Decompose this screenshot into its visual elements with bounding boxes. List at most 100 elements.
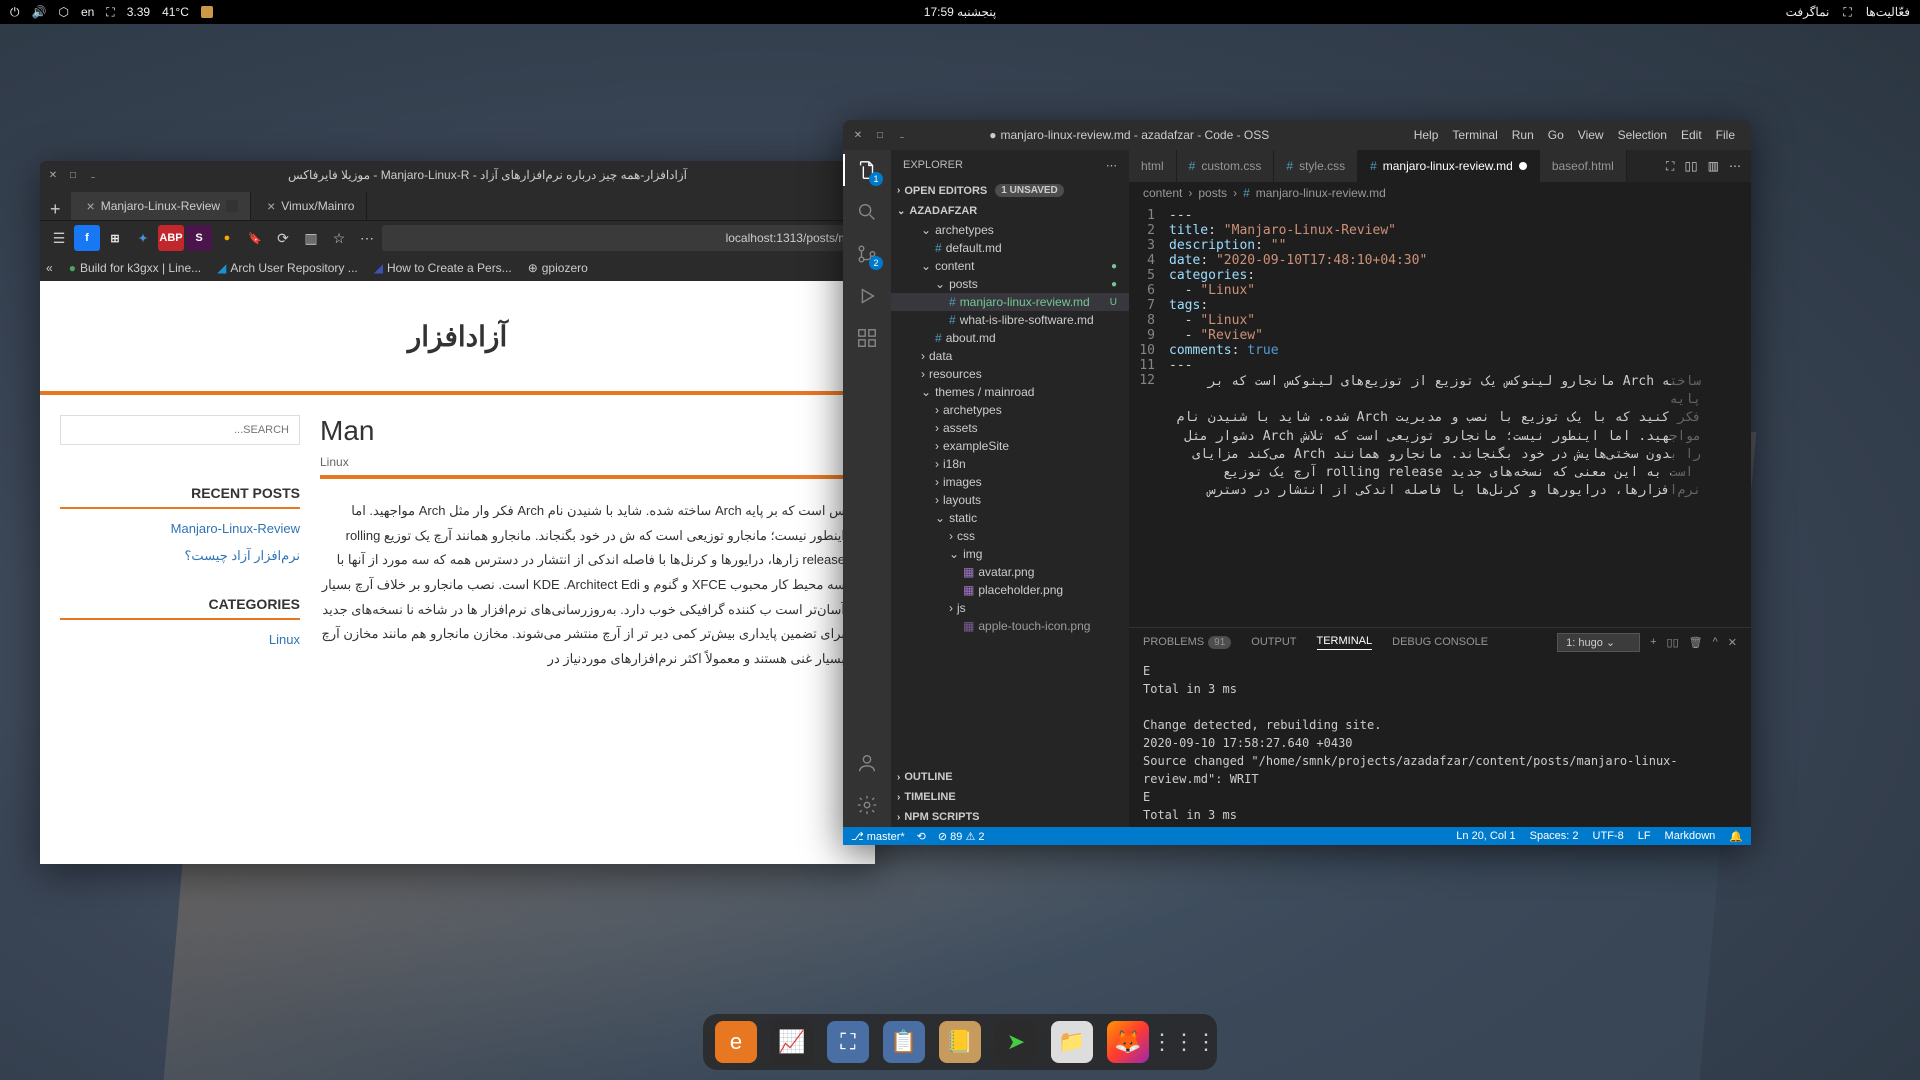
output-tab[interactable]: OUTPUT <box>1251 636 1296 648</box>
eol-status[interactable]: LF <box>1638 830 1651 843</box>
tree-folder[interactable]: ⌄themes / mainroad <box>891 383 1129 401</box>
close-tab-icon[interactable]: × <box>267 198 275 214</box>
maximize-panel-icon[interactable]: ^ <box>1713 636 1718 648</box>
new-tab-button[interactable]: + <box>40 199 71 220</box>
editor[interactable]: 1--- 2title: "Manjaro-Linux-Review" 3des… <box>1129 204 1751 627</box>
activities-label[interactable]: فعّالیت‌ها <box>1866 5 1910 19</box>
editor-tab[interactable]: html <box>1129 150 1177 182</box>
editor-tab-active[interactable]: #manjaro-linux-review.md <box>1358 150 1540 182</box>
ext-icon[interactable]: 🔖 <box>242 225 268 251</box>
menu-file[interactable]: File <box>1716 128 1735 142</box>
tree-folder[interactable]: ›resources <box>891 365 1129 383</box>
new-terminal-icon[interactable]: + <box>1650 636 1656 648</box>
workspace-icon[interactable]: ⛶ <box>106 5 114 20</box>
menu-go[interactable]: Go <box>1548 128 1564 142</box>
settings-icon[interactable] <box>855 793 879 817</box>
explorer-icon[interactable]: 1 <box>855 158 879 182</box>
dock-system-monitor[interactable]: 📈 <box>771 1021 813 1063</box>
breadcrumb[interactable]: content› posts› #manjaro-linux-review.md <box>1129 182 1751 204</box>
firefox-titlebar[interactable]: ✕ □ ﹣ آزادافزار-همه چیز درباره نرم‌افزار… <box>40 161 875 189</box>
debug-console-tab[interactable]: DEBUG CONSOLE <box>1392 636 1488 648</box>
tab-other[interactable]: × Vimux/Mainro <box>251 192 367 220</box>
tree-folder[interactable]: ›layouts <box>891 491 1129 509</box>
tree-folder[interactable]: ⌄content● <box>891 257 1129 275</box>
timeline-section[interactable]: ›TIMELINE <box>891 787 1129 807</box>
dock-apps-grid[interactable]: ⋮⋮⋮ <box>1163 1021 1205 1063</box>
tree-file[interactable]: ▦apple-touch-icon.png <box>891 617 1129 635</box>
search-icon[interactable] <box>855 200 879 224</box>
category-link[interactable]: Linux <box>60 626 300 653</box>
tray-icon[interactable] <box>201 6 213 18</box>
tree-folder[interactable]: ⌄static <box>891 509 1129 527</box>
ext-icon[interactable]: f <box>74 225 100 251</box>
keyboard-lang[interactable]: en <box>81 5 94 19</box>
network-icon[interactable]: ⬡ <box>58 5 68 19</box>
tree-folder[interactable]: ⌄img <box>891 545 1129 563</box>
terminal-tab[interactable]: TERMINAL <box>1317 635 1373 650</box>
maximize-icon[interactable]: □ <box>66 168 80 182</box>
reload-icon[interactable]: ⟳ <box>270 225 296 251</box>
tree-folder[interactable]: ⌄archetypes <box>891 221 1129 239</box>
dock-files[interactable]: 📁 <box>1051 1021 1093 1063</box>
bookmark-item[interactable]: ⊕gpiozero <box>528 261 588 275</box>
volume-icon[interactable]: 🔊 <box>32 5 47 19</box>
tree-folder[interactable]: ›js <box>891 599 1129 617</box>
close-tab-icon[interactable]: × <box>87 198 95 214</box>
language-status[interactable]: Markdown <box>1665 830 1716 843</box>
terminal-output[interactable]: E Total in 3 ms Change detected, rebuild… <box>1129 656 1751 827</box>
npm-section[interactable]: ›NPM SCRIPTS <box>891 807 1129 827</box>
power-icon[interactable]: ⏻ <box>10 5 20 20</box>
editor-tab[interactable]: #style.css <box>1274 150 1358 182</box>
more-icon[interactable]: ⋯ <box>1106 159 1117 172</box>
minimize-icon[interactable]: ﹣ <box>895 128 909 142</box>
dock-notes[interactable]: 📋 <box>883 1021 925 1063</box>
recent-post-link[interactable]: نرم‌افزار آزاد چیست؟ <box>60 542 300 570</box>
extensions-icon[interactable] <box>855 326 879 350</box>
menu-icon[interactable]: ☰ <box>46 225 72 251</box>
menu-view[interactable]: View <box>1578 128 1604 142</box>
split-icon[interactable]: ▯▯ <box>1684 159 1697 174</box>
menu-terminal[interactable]: Terminal <box>1452 128 1497 142</box>
problems-status[interactable]: ⊘ 89 ⚠ 2 <box>938 830 985 843</box>
split-terminal-icon[interactable]: ▯▯ <box>1667 636 1679 649</box>
tree-folder[interactable]: ›exampleSite <box>891 437 1129 455</box>
dock-app[interactable]: 📒 <box>939 1021 981 1063</box>
dock-screenshot[interactable]: ⛶ <box>827 1021 869 1063</box>
tree-file[interactable]: #default.md <box>891 239 1129 257</box>
tree-file[interactable]: ▦avatar.png <box>891 563 1129 581</box>
compare-icon[interactable]: ⛶ <box>1666 159 1674 174</box>
clock[interactable]: 17:59 پنجشنبه <box>924 5 996 19</box>
ext-icon[interactable]: S <box>186 225 212 251</box>
tree-folder[interactable]: ›i18n <box>891 455 1129 473</box>
url-bar[interactable]: localhost:1313/posts/mar <box>382 225 869 251</box>
vscode-titlebar[interactable]: ✕ □ ﹣ ● manjaro-linux-review.md - azadaf… <box>843 120 1751 150</box>
debug-icon[interactable] <box>855 284 879 308</box>
encoding-status[interactable]: UTF-8 <box>1593 830 1624 843</box>
editor-tab[interactable]: baseof.html <box>1540 150 1627 182</box>
menu-selection[interactable]: Selection <box>1618 128 1667 142</box>
more-icon[interactable]: ⋯ <box>1729 159 1741 174</box>
feedback-icon[interactable]: 🔔 <box>1729 830 1743 843</box>
open-editors-section[interactable]: ›OPEN EDITORS 1 UNSAVED <box>891 180 1129 201</box>
dock-app[interactable]: ➤ <box>995 1021 1037 1063</box>
account-icon[interactable] <box>855 751 879 775</box>
minimize-icon[interactable]: ﹣ <box>86 168 100 182</box>
bookmark-item[interactable]: ◢Arch User Repository ... <box>217 261 358 275</box>
ext-icon[interactable]: ✦ <box>130 225 156 251</box>
bookmark-item[interactable]: ◢How to Create a Pers... <box>374 261 512 275</box>
terminal-select[interactable]: 1: hugo ⌄ <box>1557 633 1640 652</box>
branch-status[interactable]: ⎇ master* <box>851 830 905 843</box>
more-icon[interactable]: ⋯ <box>354 225 380 251</box>
recent-post-link[interactable]: Manjaro-Linux-Review <box>60 515 300 542</box>
dock-app[interactable]: e <box>715 1021 757 1063</box>
tree-folder[interactable]: ›assets <box>891 419 1129 437</box>
scm-icon[interactable]: 2 <box>855 242 879 266</box>
tree-folder[interactable]: ›archetypes <box>891 401 1129 419</box>
bookmarks-expand-icon[interactable]: « <box>46 261 53 275</box>
library-icon[interactable]: ▥ <box>298 225 324 251</box>
project-section[interactable]: ⌄AZADAFZAR <box>891 201 1129 221</box>
tree-file[interactable]: #about.md <box>891 329 1129 347</box>
tree-file[interactable]: #what-is-libre-software.md <box>891 311 1129 329</box>
close-icon[interactable]: ✕ <box>851 128 865 142</box>
editor-tab[interactable]: #custom.css <box>1177 150 1275 182</box>
